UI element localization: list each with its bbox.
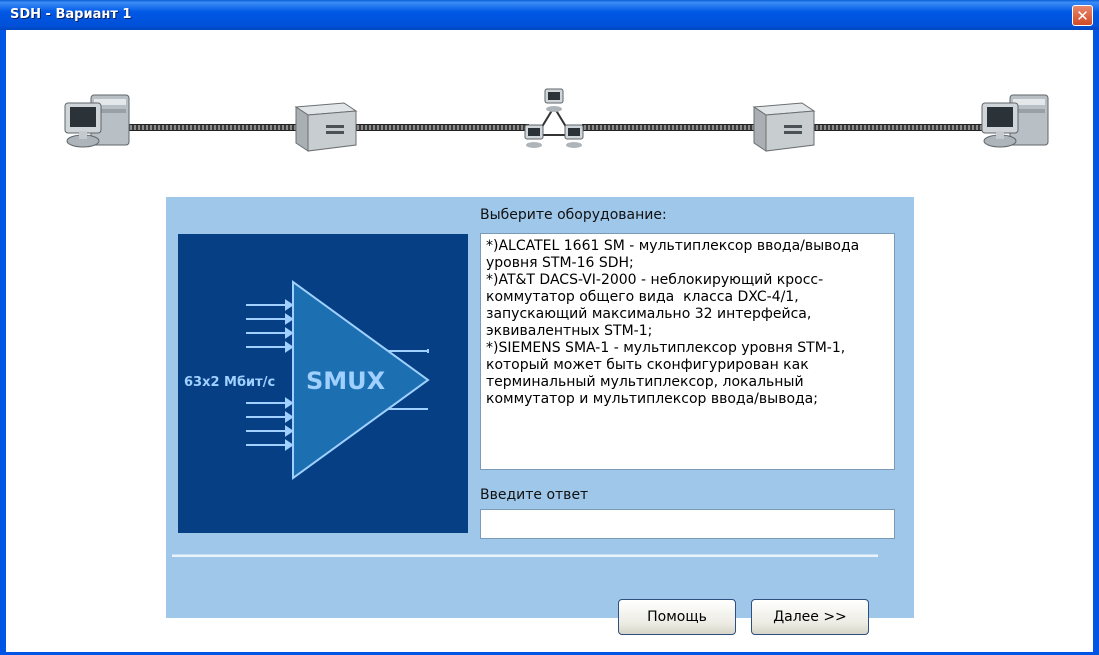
answer-label: Введите ответ bbox=[480, 487, 589, 503]
choose-equipment-label: Выберите оборудование: bbox=[480, 207, 667, 223]
cable-3 bbox=[582, 124, 754, 131]
close-button[interactable]: ✕ bbox=[1072, 5, 1093, 26]
network-topology bbox=[6, 85, 1093, 165]
computer-right-icon bbox=[976, 89, 1052, 164]
title-bar[interactable]: SDH - Вариант 1 ✕ bbox=[0, 0, 1099, 30]
app-window: SDH - Вариант 1 ✕ 63x2 Мбит/с SMUX Выбер… bbox=[0, 0, 1099, 655]
rate-label: 63x2 Мбит/с bbox=[184, 375, 275, 390]
device-label: SMUX bbox=[306, 367, 386, 395]
smux-diagram: 63x2 Мбит/с SMUX bbox=[178, 234, 468, 533]
multiplexer-right-icon bbox=[748, 95, 818, 160]
client-area: 63x2 Мбит/с SMUX Выберите оборудование: … bbox=[6, 30, 1093, 652]
main-panel: 63x2 Мбит/с SMUX Выберите оборудование: … bbox=[166, 197, 914, 635]
cable-4 bbox=[814, 124, 996, 131]
window-title: SDH - Вариант 1 bbox=[10, 7, 132, 22]
help-button[interactable]: Помощь bbox=[618, 599, 736, 635]
equipment-options-text[interactable]: *)ALCATEL 1661 SM - мультиплексор ввода/… bbox=[480, 233, 895, 470]
separator bbox=[172, 554, 878, 557]
answer-input[interactable] bbox=[480, 509, 895, 539]
multiplexer-left-icon bbox=[290, 95, 360, 160]
next-button[interactable]: Далее >> bbox=[751, 599, 869, 635]
cable-2 bbox=[351, 124, 529, 131]
computer-left-icon bbox=[61, 89, 137, 164]
cross-connect-network-icon bbox=[519, 85, 589, 170]
